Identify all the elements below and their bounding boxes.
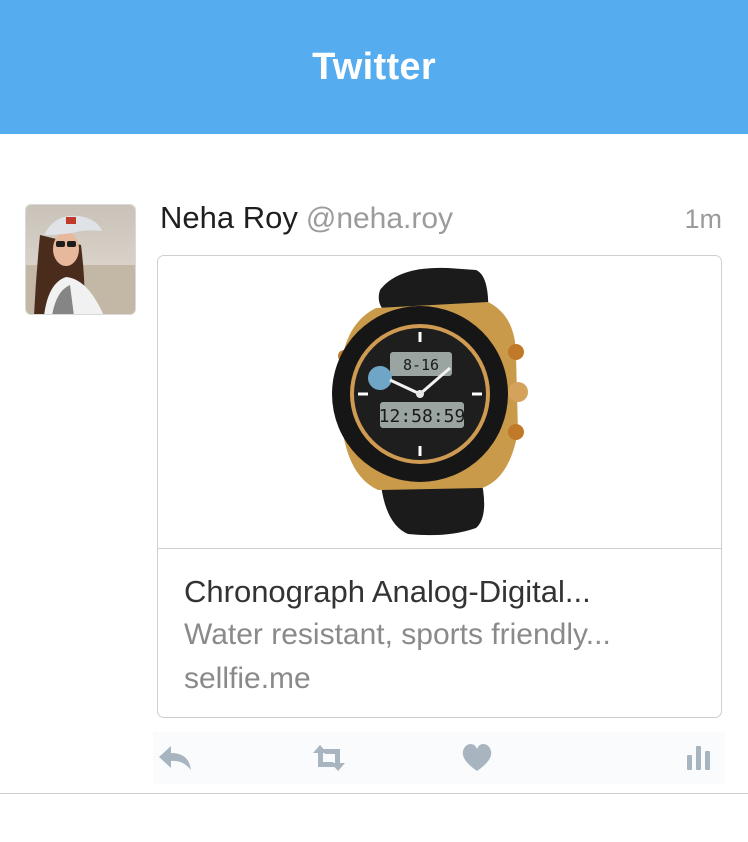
tweet-actions <box>153 732 725 784</box>
stats-icon[interactable] <box>681 740 721 776</box>
tweet-timestamp: 1m <box>684 204 722 234</box>
card-divider <box>158 548 721 549</box>
svg-text:12:58:59: 12:58:59 <box>379 406 466 427</box>
reply-icon[interactable] <box>155 740 195 776</box>
tweet-header: Neha Roy @neha.roy <box>160 200 453 236</box>
retweet-icon[interactable] <box>309 740 349 776</box>
card-domain[interactable]: sellfie.me <box>184 662 311 696</box>
divider <box>0 793 748 794</box>
app-title: Twitter <box>312 45 436 88</box>
tweet[interactable]: Neha Roy @neha.roy 1m 8-16 12:58:59 Chro… <box>0 134 748 794</box>
avatar[interactable] <box>25 204 136 315</box>
author-name[interactable]: Neha Roy <box>160 200 298 235</box>
chronograph-watch-image[interactable]: 8-16 12:58:59 <box>158 256 721 548</box>
like-icon[interactable] <box>457 740 497 776</box>
author-handle[interactable]: @neha.roy <box>306 202 453 235</box>
app-header: Twitter <box>0 0 748 134</box>
card-title[interactable]: Chronograph Analog-Digital... <box>184 574 591 610</box>
card-description: Water resistant, sports friendly... <box>184 618 611 651</box>
svg-text:8-16: 8-16 <box>403 356 439 374</box>
link-card[interactable]: 8-16 12:58:59 Chronograph Analog-Digital… <box>157 255 722 718</box>
